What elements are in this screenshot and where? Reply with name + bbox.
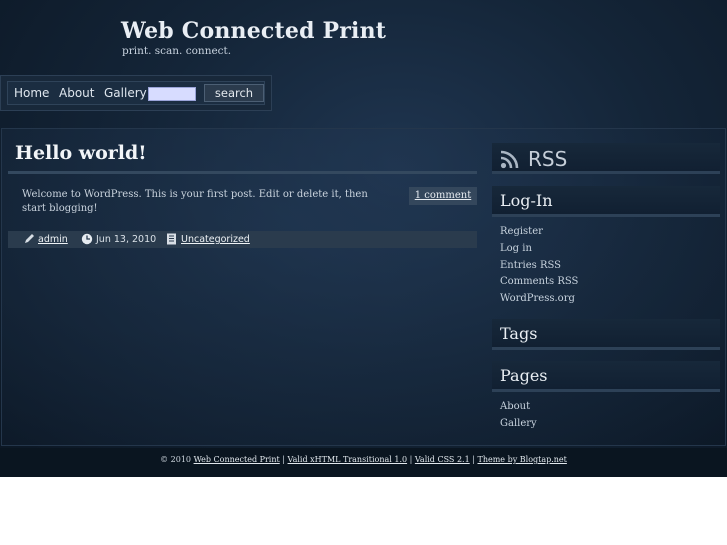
post-author-link[interactable]: admin bbox=[38, 234, 68, 245]
nav-item-gallery[interactable]: Gallery bbox=[104, 86, 147, 100]
tags-title: Tags bbox=[500, 324, 538, 343]
post-author: admin bbox=[38, 233, 68, 246]
footer-separator: | bbox=[472, 455, 475, 464]
footer-separator: | bbox=[409, 455, 413, 464]
nav-item-about[interactable]: About bbox=[59, 86, 94, 100]
login-widget-header: Log-In bbox=[492, 186, 720, 217]
rss-feed-icon bbox=[500, 149, 520, 173]
site-header: Web Connected Print print. scan. connect… bbox=[0, 0, 727, 75]
register-link[interactable]: Register bbox=[500, 226, 543, 237]
rss-widget-header[interactable]: RSS bbox=[492, 143, 720, 174]
footer-site-link[interactable]: Web Connected Print bbox=[194, 455, 280, 464]
post-title[interactable]: Hello world! bbox=[15, 142, 147, 164]
post-title-divider bbox=[8, 171, 477, 174]
site-footer: © 2010 Web Connected Print | Valid xHTML… bbox=[0, 448, 727, 477]
post-category-link[interactable]: Uncategorized bbox=[181, 234, 250, 245]
footer-theme-link[interactable]: Theme by Blogtap.net bbox=[477, 455, 566, 464]
entries-rss-link[interactable]: Entries RSS bbox=[500, 260, 561, 271]
post-body: Welcome to WordPress. This is your first… bbox=[22, 189, 368, 214]
sidebar: RSS Log-In Register Log in Entries RSS C… bbox=[492, 140, 720, 440]
pages-title: Pages bbox=[500, 366, 548, 385]
footer-xhtml-link[interactable]: Valid xHTML Transitional 1.0 bbox=[288, 455, 408, 464]
rss-title: RSS bbox=[528, 147, 568, 171]
pencil-icon bbox=[24, 233, 35, 247]
page-link-gallery[interactable]: Gallery bbox=[500, 418, 537, 429]
wordpress-org-link[interactable]: WordPress.org bbox=[500, 293, 575, 304]
search-button[interactable]: search bbox=[204, 84, 264, 102]
document-icon bbox=[166, 233, 177, 248]
login-link[interactable]: Log in bbox=[500, 243, 532, 254]
footer-separator: | bbox=[282, 455, 285, 464]
comments-rss-link[interactable]: Comments RSS bbox=[500, 276, 578, 287]
login-title: Log-In bbox=[500, 191, 553, 210]
main-content: Hello world! Welcome to WordPress. This … bbox=[8, 140, 478, 440]
clock-icon bbox=[81, 233, 93, 248]
page: Web Connected Print print. scan. connect… bbox=[0, 0, 727, 477]
site-title[interactable]: Web Connected Print bbox=[121, 18, 386, 44]
page-link-about[interactable]: About bbox=[500, 401, 530, 412]
search-input[interactable] bbox=[148, 87, 196, 101]
post-date: Jun 13, 2010 bbox=[96, 234, 157, 245]
post-meta-bar: admin Jun 13, 2010 Uncategorized bbox=[8, 231, 477, 248]
footer-copyright: © 2010 bbox=[160, 455, 192, 464]
site-tagline: print. scan. connect. bbox=[122, 45, 232, 57]
nav-item-home[interactable]: Home bbox=[14, 86, 49, 100]
pages-widget-header: Pages bbox=[492, 361, 720, 392]
post-category: Uncategorized bbox=[181, 233, 250, 246]
comments-link[interactable]: 1 comment bbox=[409, 187, 477, 205]
tags-widget-header: Tags bbox=[492, 319, 720, 350]
footer-css-link[interactable]: Valid CSS 2.1 bbox=[415, 455, 470, 464]
